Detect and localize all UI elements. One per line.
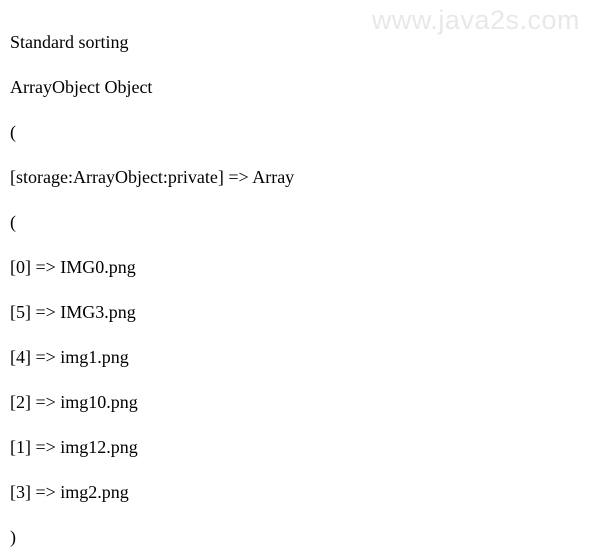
- text-line: [2] => img10.png: [10, 391, 594, 414]
- text-line: [4] => img1.png: [10, 346, 594, 369]
- text-line: Standard sorting: [10, 31, 594, 54]
- text-line: [3] => img2.png: [10, 481, 594, 504]
- text-line: [5] => IMG3.png: [10, 301, 594, 324]
- document-body: Standard sorting ArrayObject Object ( [s…: [0, 0, 604, 550]
- text-line: [storage:ArrayObject:private] => Array: [10, 166, 594, 189]
- text-line: [0] => IMG0.png: [10, 256, 594, 279]
- text-line: (: [10, 121, 594, 144]
- text-line: [1] => img12.png: [10, 436, 594, 459]
- text-line: ArrayObject Object: [10, 76, 594, 99]
- text-line: (: [10, 211, 594, 234]
- text-line: ): [10, 526, 594, 549]
